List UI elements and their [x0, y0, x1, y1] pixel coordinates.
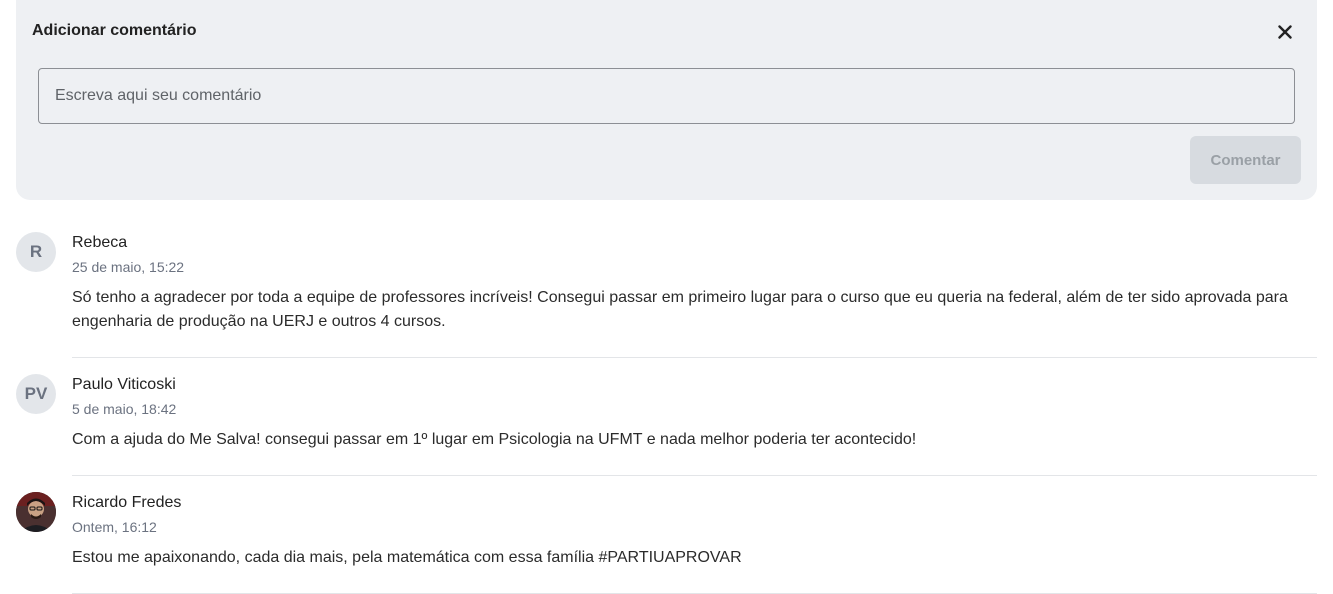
composer-title: Adicionar comentário [32, 22, 197, 39]
comment-composer: Adicionar comentário Comentar [16, 0, 1317, 200]
comment-item: R Rebeca 25 de maio, 15:22 Só tenho a ag… [16, 232, 1317, 358]
avatar: PV [16, 374, 56, 414]
comment-date: 25 de maio, 15:22 [72, 259, 185, 275]
comment-item: PV Paulo Viticoski 5 de maio, 18:42 Com … [16, 374, 1317, 476]
comment-author: Ricardo Fredes [72, 494, 182, 511]
divider [72, 475, 1317, 476]
user-photo-icon [16, 492, 56, 532]
comment-date: Ontem, 16:12 [72, 519, 157, 535]
divider [72, 357, 1317, 358]
comment-text: Estou me apaixonando, cada dia mais, pel… [72, 549, 742, 566]
close-button[interactable] [1274, 21, 1296, 43]
comment-date: 5 de maio, 18:42 [72, 401, 177, 417]
comment-submit-button[interactable]: Comentar [1190, 136, 1301, 184]
comment-text: Só tenho a agradecer por toda a equipe d… [72, 289, 1288, 330]
avatar-photo [16, 492, 56, 532]
comment-item: Ricardo Fredes Ontem, 16:12 Estou me apa… [16, 492, 1317, 594]
comment-author: Rebeca [72, 234, 128, 251]
avatar: R [16, 232, 56, 272]
comment-text: Com a ajuda do Me Salva! consegui passar… [72, 431, 917, 448]
comment-author: Paulo Viticoski [72, 376, 176, 393]
comment-input[interactable] [38, 68, 1295, 124]
close-icon [1278, 25, 1292, 39]
